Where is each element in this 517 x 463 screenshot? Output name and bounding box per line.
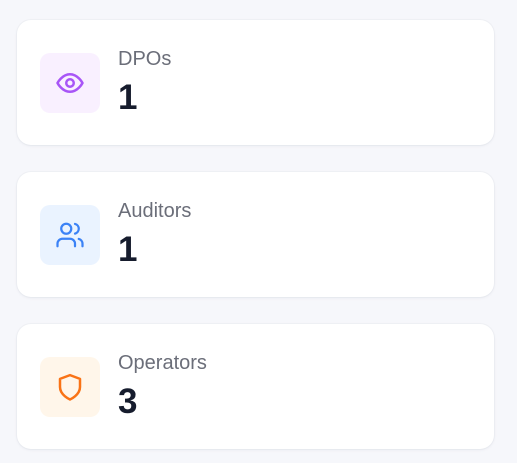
stat-label: Auditors [118,200,192,222]
dpos-icon-box [40,53,100,113]
eye-icon [56,73,84,93]
auditors-icon-box [40,205,100,265]
users-icon [56,222,84,248]
stat-count: 3 [118,382,138,421]
stat-card-dpos: DPOs 1 [17,20,494,145]
stat-count: 1 [118,230,138,269]
stat-card-auditors: Auditors 1 [17,172,494,297]
stat-label: Operators [118,352,207,374]
shield-icon [58,373,82,401]
operators-icon-box [40,357,100,417]
stat-card-operators: Operators 3 [17,324,494,449]
stat-label: DPOs [118,48,172,70]
stat-count: 1 [118,78,138,117]
